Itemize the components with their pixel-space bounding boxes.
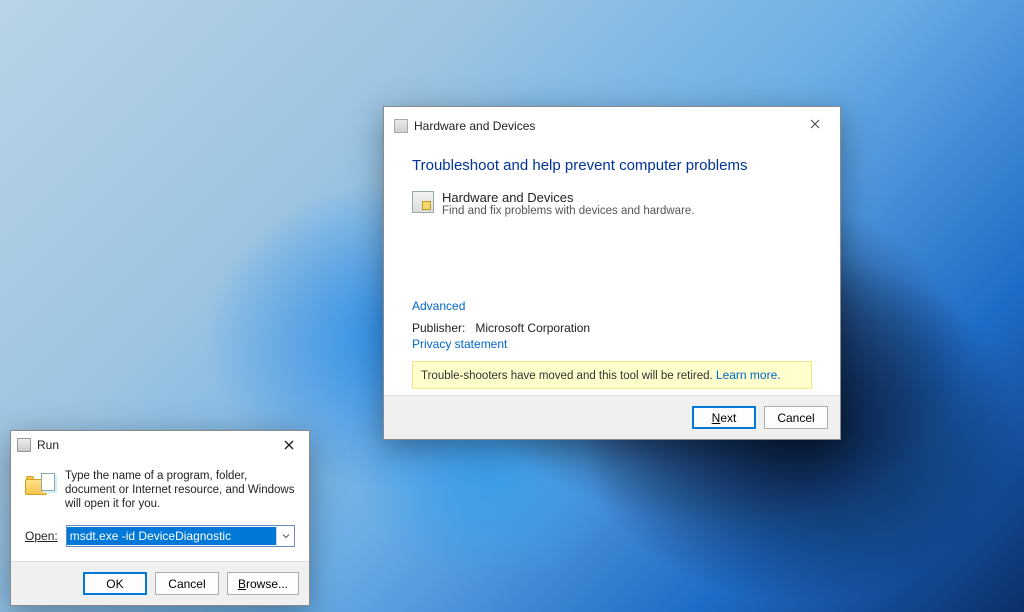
run-window-title: Run <box>37 438 275 452</box>
publisher-label: Publisher: <box>412 321 465 335</box>
close-icon[interactable] <box>798 109 832 139</box>
learn-more-link[interactable]: Learn more. <box>716 368 781 382</box>
run-titlebar[interactable]: Run <box>11 431 309 459</box>
ok-button[interactable]: OK <box>83 572 147 595</box>
cancel-button[interactable]: Cancel <box>764 406 828 429</box>
open-label: Open: <box>25 529 58 543</box>
browse-button[interactable]: Browse... <box>227 572 299 595</box>
cancel-button[interactable]: Cancel <box>155 572 219 595</box>
troubleshooter-app-icon <box>394 119 408 133</box>
advanced-link[interactable]: Advanced <box>412 299 465 313</box>
publisher-row: Publisher: Microsoft Corporation <box>412 321 812 335</box>
troubleshooter-item: Hardware and Devices Find and fix proble… <box>412 190 812 217</box>
open-combobox[interactable] <box>66 525 295 547</box>
troubleshooter-window: Hardware and Devices Troubleshoot and he… <box>383 106 841 440</box>
next-button[interactable]: Next <box>692 406 756 429</box>
chevron-down-icon[interactable] <box>276 526 294 546</box>
retirement-notice-text: Trouble-shooters have moved and this too… <box>421 370 716 382</box>
privacy-statement-link[interactable]: Privacy statement <box>412 337 507 351</box>
troubleshooter-item-desc: Find and fix problems with devices and h… <box>442 205 695 217</box>
run-description: Type the name of a program, folder, docu… <box>65 469 295 511</box>
run-dialog: Run Type the name of a program, folder, … <box>10 430 310 606</box>
close-icon[interactable] <box>275 434 303 456</box>
troubleshooter-button-bar: Next Cancel <box>384 395 840 439</box>
troubleshooter-item-title: Hardware and Devices <box>442 190 695 205</box>
publisher-value: Microsoft Corporation <box>475 321 590 335</box>
open-input[interactable] <box>67 527 276 545</box>
retirement-notice: Trouble-shooters have moved and this too… <box>412 361 812 389</box>
troubleshooter-window-title: Hardware and Devices <box>414 119 798 133</box>
troubleshooter-titlebar[interactable]: Hardware and Devices <box>384 107 840 145</box>
device-icon <box>412 191 434 213</box>
run-program-icon <box>25 473 55 499</box>
troubleshooter-heading: Troubleshoot and help prevent computer p… <box>412 157 812 174</box>
run-app-icon <box>17 438 31 452</box>
run-button-bar: OK Cancel Browse... <box>11 561 309 605</box>
